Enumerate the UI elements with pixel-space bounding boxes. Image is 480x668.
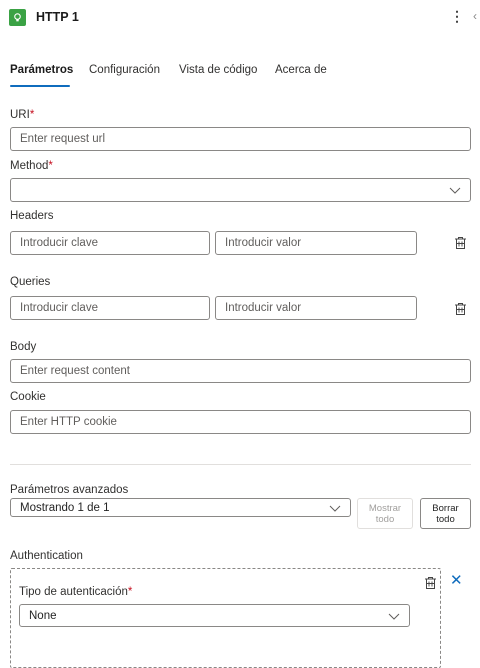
cookie-placeholder: Enter HTTP cookie [20,416,117,428]
clear-all-button[interactable]: Borrar todo [420,498,471,529]
chevron-down-icon [329,505,341,512]
delete-icon[interactable] [421,574,439,592]
headers-value-placeholder: Introducir valor [225,237,302,249]
chevron-left-icon[interactable]: ‹ [473,9,477,23]
action-title: HTTP 1 [36,10,79,24]
queries-value-placeholder: Introducir valor [225,302,302,314]
delete-icon[interactable] [451,234,469,252]
show-all-button[interactable]: Mostrar todo [357,498,413,529]
method-select[interactable] [10,178,471,202]
queries-key-placeholder: Introducir clave [20,302,98,314]
uri-label: URI* [10,109,35,121]
uri-input[interactable]: Enter request url [10,127,471,151]
chevron-down-icon [449,187,461,194]
advanced-params-value: Mostrando 1 de 1 [20,501,110,514]
auth-type-label: Tipo de autenticación* [19,586,133,598]
body-input[interactable]: Enter request content [10,359,471,383]
cookie-input[interactable]: Enter HTTP cookie [10,410,471,434]
uri-placeholder: Enter request url [20,133,106,145]
body-placeholder: Enter request content [20,365,130,377]
queries-key-input[interactable]: Introducir clave [10,296,210,320]
advanced-params-select[interactable]: Mostrando 1 de 1 [10,498,351,517]
lightbulb-icon [9,9,26,26]
queries-value-input[interactable]: Introducir valor [215,296,417,320]
headers-key-input[interactable]: Introducir clave [10,231,210,255]
section-divider [10,464,471,465]
tab-acerca-de[interactable]: Acerca de [275,64,327,76]
more-vertical-icon[interactable]: ⋮ [450,8,464,25]
auth-type-value: None [29,609,57,622]
headers-value-input[interactable]: Introducir valor [215,231,417,255]
queries-label: Queries [10,276,51,288]
advanced-params-label: Parámetros avanzados [10,484,129,496]
headers-label: Headers [10,210,54,222]
auth-type-select[interactable]: None [19,604,410,627]
body-label: Body [10,341,37,353]
authentication-label: Authentication [10,550,83,562]
method-label: Method* [10,160,53,172]
active-tab-indicator [10,85,70,87]
tab-configuracion[interactable]: Configuración [89,64,160,76]
headers-key-placeholder: Introducir clave [20,237,98,249]
close-icon[interactable]: ✕ [450,571,463,589]
tab-vista-de-codigo[interactable]: Vista de código [179,64,257,76]
delete-icon[interactable] [451,300,469,318]
tab-parametros[interactable]: Parámetros [10,64,73,76]
cookie-label: Cookie [10,391,46,403]
chevron-down-icon [388,613,400,620]
